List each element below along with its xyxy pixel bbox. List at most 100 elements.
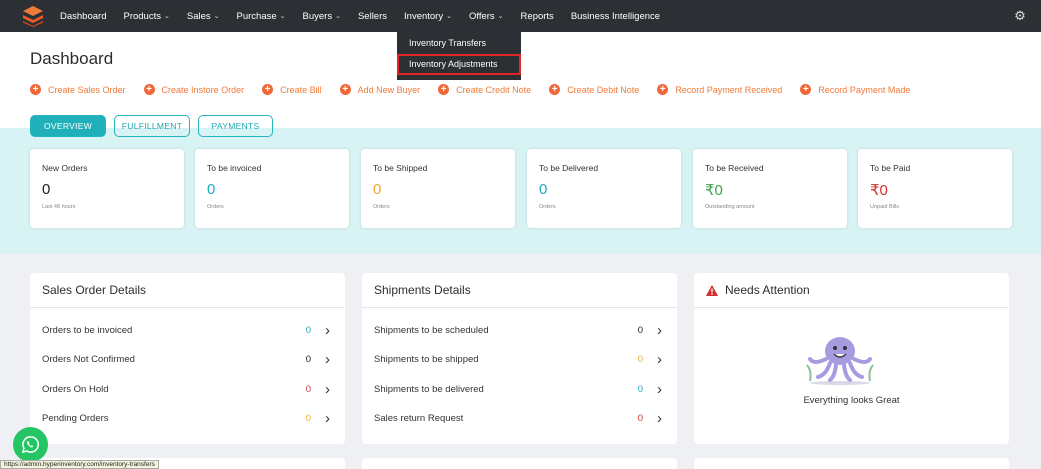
nav-menu: Dashboard Products ⌄ Sales ⌄ Purchase ⌄ Buyers ⌄…	[60, 11, 677, 22]
tab-payments[interactable]: PAYMENTS	[198, 115, 273, 137]
nav-item-reports[interactable]: Reports	[521, 11, 554, 22]
stat-value: 0	[539, 181, 548, 198]
app-logo-icon[interactable]	[22, 5, 44, 27]
stat-value: ₹0	[870, 182, 888, 199]
stat-label: To be Received	[705, 163, 764, 173]
gear-icon[interactable]: ⚙	[1013, 9, 1027, 23]
chevron-down-icon: ⌄	[279, 13, 286, 20]
attention-message: Everything looks Great	[803, 395, 900, 406]
stat-label: To be Paid	[870, 163, 911, 173]
detail-row-orders-on-hold[interactable]: Orders On Hold 0 ›	[42, 379, 333, 399]
octopus-illustration-icon	[806, 337, 874, 385]
action-record-payment-made[interactable]: + Record Payment Made	[800, 84, 910, 95]
chevron-right-icon[interactable]: ›	[325, 351, 333, 368]
stat-card-to-be-paid[interactable]: To be Paid ₹0 Unpaid Bills	[858, 149, 1012, 228]
quick-actions: + Create Sales Order + Create Instore Order…	[30, 84, 928, 95]
stat-value: 0	[207, 181, 216, 198]
stat-subtext: Last 48 hours	[42, 204, 76, 210]
detail-row-orders-to-be-invoiced[interactable]: Orders to be invoiced 0 ›	[42, 320, 333, 340]
action-add-new-buyer[interactable]: + Add New Buyer	[339, 84, 420, 95]
row-label: Pending Orders	[42, 413, 109, 424]
nav-item-products[interactable]: Products ⌄	[123, 11, 169, 22]
nav-item-buyers[interactable]: Buyers ⌄	[303, 11, 341, 22]
stat-label: To be invoiced	[207, 163, 262, 173]
page-title: Dashboard	[30, 49, 114, 68]
detail-row-shipments-to-be-shipped[interactable]: Shipments to be shipped 0 ›	[374, 350, 665, 370]
stat-value: 0	[373, 181, 382, 198]
row-count: 0	[637, 354, 643, 365]
stat-card-to-be-delivered[interactable]: To be Delivered 0 Orders	[527, 149, 681, 228]
nav-item-label: Dashboard	[60, 10, 107, 22]
tab-overview[interactable]: OVERVIEW	[30, 115, 106, 137]
nav-item-purchase[interactable]: Purchase ⌄	[237, 11, 286, 22]
row-label: Sales return Request	[374, 413, 464, 424]
action-create-debit-note[interactable]: + Create Debit Note	[549, 84, 639, 95]
action-create-bill[interactable]: + Create Bill	[262, 84, 322, 95]
chevron-right-icon[interactable]: ›	[325, 381, 333, 398]
nav-item-inventory[interactable]: Inventory ⌄	[404, 11, 452, 22]
action-label: Record Payment Made	[818, 84, 911, 95]
nav-item-business-intelligence[interactable]: Business Intelligence	[571, 11, 660, 22]
needs-attention-title: Needs Attention	[725, 283, 810, 297]
tab-fulfillment[interactable]: FULFILLMENT	[114, 115, 190, 137]
row-count: 0	[305, 383, 311, 395]
plus-circle-icon: +	[549, 84, 561, 95]
nav-item-sellers[interactable]: Sellers	[358, 11, 387, 22]
plus-circle-icon: +	[438, 84, 450, 95]
row-label: Orders to be invoiced	[42, 324, 133, 336]
stat-subtext: Outstanding amount	[705, 204, 755, 210]
row-label: Shipments to be shipped	[374, 354, 479, 365]
chevron-down-icon: ⌄	[163, 13, 170, 20]
detail-row-orders-not-confirmed[interactable]: Orders Not Confirmed 0 ›	[42, 350, 333, 370]
chevron-right-icon[interactable]: ›	[657, 381, 665, 398]
action-create-credit-note[interactable]: + Create Credit Note	[438, 84, 531, 95]
nav-item-offers[interactable]: Offers ⌄	[469, 11, 504, 22]
action-label: Create Credit Note	[456, 84, 532, 95]
action-label: Create Sales Order	[48, 84, 126, 95]
nav-item-dashboard[interactable]: Dashboard	[60, 11, 106, 22]
menu-item-inventory-transfers[interactable]: Inventory Transfers	[397, 33, 521, 54]
stat-card-new-orders[interactable]: New Orders 0 Last 48 hours	[30, 149, 184, 228]
action-create-sales-order[interactable]: + Create Sales Order	[30, 84, 126, 95]
stat-subtext: Orders	[539, 204, 556, 210]
stat-subtext: Orders	[373, 204, 390, 210]
row-label: Orders Not Confirmed	[42, 354, 135, 365]
stats-band: New Orders 0 Last 48 hours To be invoiced 0 O…	[0, 128, 1041, 254]
nav-item-label: Purchase	[236, 10, 277, 22]
row-count: 0	[637, 383, 643, 395]
row-count: 0	[305, 413, 311, 424]
detail-row-sales-return-request[interactable]: Sales return Request 0 ›	[374, 409, 665, 429]
dashboard-tabs: OVERVIEW FULFILLMENT PAYMENTS	[30, 115, 281, 137]
chevron-right-icon[interactable]: ›	[657, 410, 665, 427]
action-record-payment-received[interactable]: + Record Payment Received	[657, 84, 782, 95]
action-label: Record Payment Received	[675, 84, 783, 95]
chevron-right-icon[interactable]: ›	[657, 322, 665, 339]
stat-value: ₹0	[705, 182, 723, 199]
next-panel-edge	[694, 458, 1009, 469]
detail-row-pending-orders[interactable]: Pending Orders 0 ›	[42, 409, 333, 429]
row-label: Shipments to be delivered	[374, 383, 484, 395]
chevron-right-icon[interactable]: ›	[325, 322, 333, 339]
menu-item-inventory-adjustments[interactable]: Inventory Adjustments	[397, 54, 521, 75]
plus-circle-icon: +	[339, 84, 351, 95]
chevron-right-icon[interactable]: ›	[657, 351, 665, 368]
action-label: Create Instore Order	[161, 84, 245, 95]
action-create-instore-order[interactable]: + Create Instore Order	[143, 84, 245, 95]
nav-item-sales[interactable]: Sales ⌄	[187, 11, 220, 22]
panel-title: Sales Order Details	[30, 273, 345, 308]
stat-card-to-be-invoiced[interactable]: To be invoiced 0 Orders	[195, 149, 349, 228]
detail-row-shipments-to-be-delivered[interactable]: Shipments to be delivered 0 ›	[374, 379, 665, 399]
status-bar-url: https://admin.hyperinventory.com/invento…	[0, 460, 159, 469]
stat-label: To be Delivered	[539, 163, 599, 173]
whatsapp-button[interactable]	[13, 427, 48, 462]
chevron-right-icon[interactable]: ›	[325, 410, 333, 427]
plus-circle-icon: +	[30, 84, 41, 95]
nav-item-label: Buyers	[302, 10, 333, 22]
chevron-down-icon: ⌄	[335, 13, 341, 20]
needs-attention-panel: Needs Attention Everything looks Great	[694, 273, 1009, 444]
stat-card-to-be-received[interactable]: To be Received ₹0 Outstanding amount	[693, 149, 847, 228]
stat-card-to-be-shipped[interactable]: To be Shipped 0 Orders	[361, 149, 515, 228]
plus-circle-icon: +	[657, 84, 669, 95]
detail-row-shipments-to-be-scheduled[interactable]: Shipments to be scheduled 0 ›	[374, 320, 665, 340]
details-area: Sales Order Details Orders to be invoice…	[0, 254, 1041, 469]
